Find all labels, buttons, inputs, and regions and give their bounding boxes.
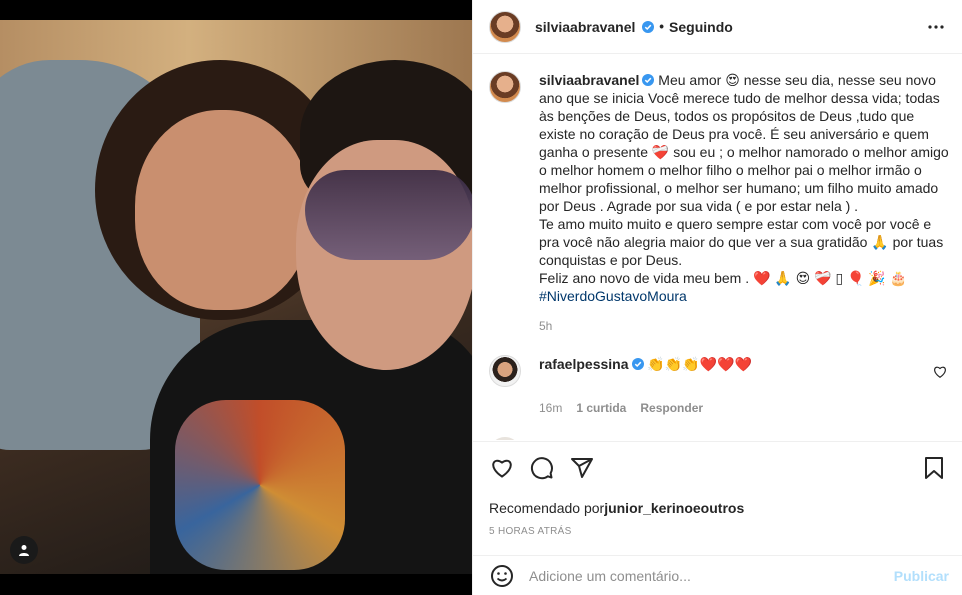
share-icon[interactable]	[569, 455, 595, 481]
comment-icon[interactable]	[529, 455, 555, 481]
comment-item-partial	[489, 437, 949, 440]
caption-username[interactable]: silviaabravanel	[539, 72, 639, 88]
comment-like-heart-icon[interactable]	[933, 365, 947, 379]
more-options-icon[interactable]	[924, 15, 948, 39]
comments-section[interactable]: silviaabravanel Meu amor 😍 nesse seu dia…	[473, 55, 962, 440]
caption-body: silviaabravanel Meu amor 😍 nesse seu dia…	[539, 71, 949, 305]
author-avatar[interactable]	[489, 10, 521, 43]
caption-time: 5h	[539, 319, 553, 333]
action-icon-row	[489, 454, 947, 482]
recommended-and: e	[692, 500, 701, 516]
post-photo[interactable]	[0, 20, 472, 574]
commenter-avatar[interactable]	[489, 437, 521, 440]
verified-icon	[631, 358, 644, 370]
post-sidebar: silviaabravanel • Seguindo silviaabravan…	[472, 0, 962, 595]
bookmark-icon[interactable]	[921, 455, 947, 481]
post-header: silviaabravanel • Seguindo	[473, 0, 962, 54]
caption-avatar[interactable]	[489, 71, 521, 103]
caption-hashtag[interactable]: #NiverdoGustavoMoura	[539, 288, 687, 304]
reply-button[interactable]: Responder	[640, 401, 703, 415]
add-comment-bar: Publicar	[473, 555, 962, 595]
verified-icon	[642, 74, 655, 86]
verified-icon	[642, 20, 655, 33]
comment-meta: 16m 1 curtida Responder	[539, 401, 949, 415]
post-actions: Recomendado porjunior_kerinoeoutros 5 HO…	[473, 441, 962, 537]
comment-time: 16m	[539, 401, 563, 415]
photo-shape	[135, 110, 310, 310]
comment-text: 👏👏👏❤️❤️❤️	[647, 356, 752, 372]
recommended-prefix: Recomendado por	[489, 500, 605, 516]
post-media-pane	[0, 0, 472, 595]
comment-input[interactable]	[529, 567, 894, 584]
comment-username[interactable]: rafaelpessina	[539, 356, 629, 372]
photo-shape	[175, 400, 345, 570]
recommended-user[interactable]: junior_kerino	[604, 500, 693, 516]
author-username[interactable]: silviaabravanel	[535, 19, 655, 35]
user-tag-icon[interactable]	[10, 536, 38, 564]
emoji-icon[interactable]	[489, 563, 515, 589]
separator-dot: •	[659, 19, 665, 34]
following-button[interactable]: Seguindo	[669, 19, 733, 35]
photo-shape	[305, 170, 472, 260]
publish-button[interactable]: Publicar	[894, 568, 949, 584]
recommended-others[interactable]: outros	[701, 500, 745, 516]
comment-item: rafaelpessina 👏👏👏❤️❤️❤️	[489, 355, 949, 387]
commenter-avatar[interactable]	[489, 355, 521, 387]
comment-body: rafaelpessina 👏👏👏❤️❤️❤️	[539, 355, 919, 387]
recommended-by: Recomendado porjunior_kerinoeoutros	[489, 500, 947, 516]
post-timestamp: 5 HORAS ATRÁS	[489, 526, 572, 537]
heart-icon[interactable]	[489, 455, 515, 481]
comment-likes[interactable]: 1 curtida	[576, 401, 626, 415]
caption: silviaabravanel Meu amor 😍 nesse seu dia…	[489, 71, 949, 305]
caption-text: Meu amor 😍 nesse seu dia, nesse seu novo…	[539, 72, 949, 286]
author-username-text[interactable]: silviaabravanel	[535, 19, 635, 35]
